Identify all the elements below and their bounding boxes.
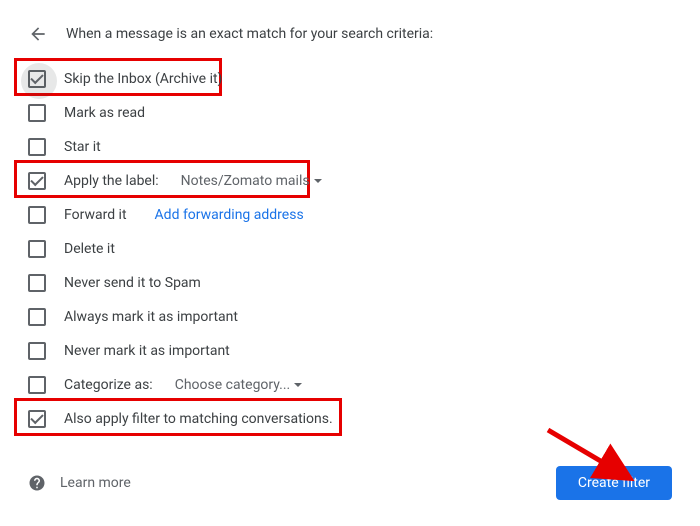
learn-more-link[interactable]: Learn more: [28, 474, 131, 492]
option-skip-inbox: Skip the Inbox (Archive it): [28, 62, 672, 96]
option-label: Mark as read: [64, 105, 145, 121]
option-never-important: Never mark it as important: [28, 334, 672, 368]
option-apply-label: Apply the label: Notes/Zomato mails: [28, 164, 672, 198]
dropdown-value: Notes/Zomato mails: [181, 173, 310, 189]
option-mark-read: Mark as read: [28, 96, 672, 130]
option-label: Always mark it as important: [64, 309, 238, 325]
checkbox-forward[interactable]: [28, 206, 46, 224]
option-star: Star it: [28, 130, 672, 164]
option-label: Star it: [64, 139, 101, 155]
dialog-title: When a message is an exact match for you…: [66, 26, 433, 42]
option-label: Categorize as:: [64, 377, 153, 393]
option-always-important: Always mark it as important: [28, 300, 672, 334]
add-forwarding-link[interactable]: Add forwarding address: [155, 207, 304, 223]
checkbox-apply-label[interactable]: [28, 172, 46, 190]
option-forward: Forward it Add forwarding address: [28, 198, 672, 232]
option-label: Never mark it as important: [64, 343, 230, 359]
option-label: Skip the Inbox (Archive it): [64, 71, 222, 87]
category-dropdown[interactable]: Choose category...: [175, 377, 303, 393]
option-label: Forward it: [64, 207, 127, 223]
checkbox-star[interactable]: [28, 138, 46, 156]
checkbox-mark-read[interactable]: [28, 104, 46, 122]
option-label: Never send it to Spam: [64, 275, 201, 291]
chevron-down-icon: [294, 383, 302, 387]
option-label: Delete it: [64, 241, 115, 257]
option-also-apply: Also apply filter to matching conversati…: [28, 402, 672, 436]
create-filter-button[interactable]: Create filter: [556, 466, 672, 500]
option-label: Also apply filter to matching conversati…: [64, 411, 333, 427]
checkbox-always-important[interactable]: [28, 308, 46, 326]
option-never-spam: Never send it to Spam: [28, 266, 672, 300]
option-label: Apply the label:: [64, 173, 159, 189]
label-dropdown[interactable]: Notes/Zomato mails: [181, 173, 322, 189]
checkbox-delete[interactable]: [28, 240, 46, 258]
option-delete: Delete it: [28, 232, 672, 266]
back-arrow-icon[interactable]: [28, 24, 48, 44]
checkbox-never-spam[interactable]: [28, 274, 46, 292]
dropdown-value: Choose category...: [175, 377, 291, 393]
checkbox-skip-inbox[interactable]: [28, 70, 46, 88]
checkbox-also-apply[interactable]: [28, 410, 46, 428]
help-icon: [28, 474, 46, 492]
option-categorize: Categorize as: Choose category...: [28, 368, 672, 402]
chevron-down-icon: [314, 179, 322, 183]
learn-more-label: Learn more: [60, 475, 131, 491]
checkbox-never-important[interactable]: [28, 342, 46, 360]
checkbox-categorize[interactable]: [28, 376, 46, 394]
